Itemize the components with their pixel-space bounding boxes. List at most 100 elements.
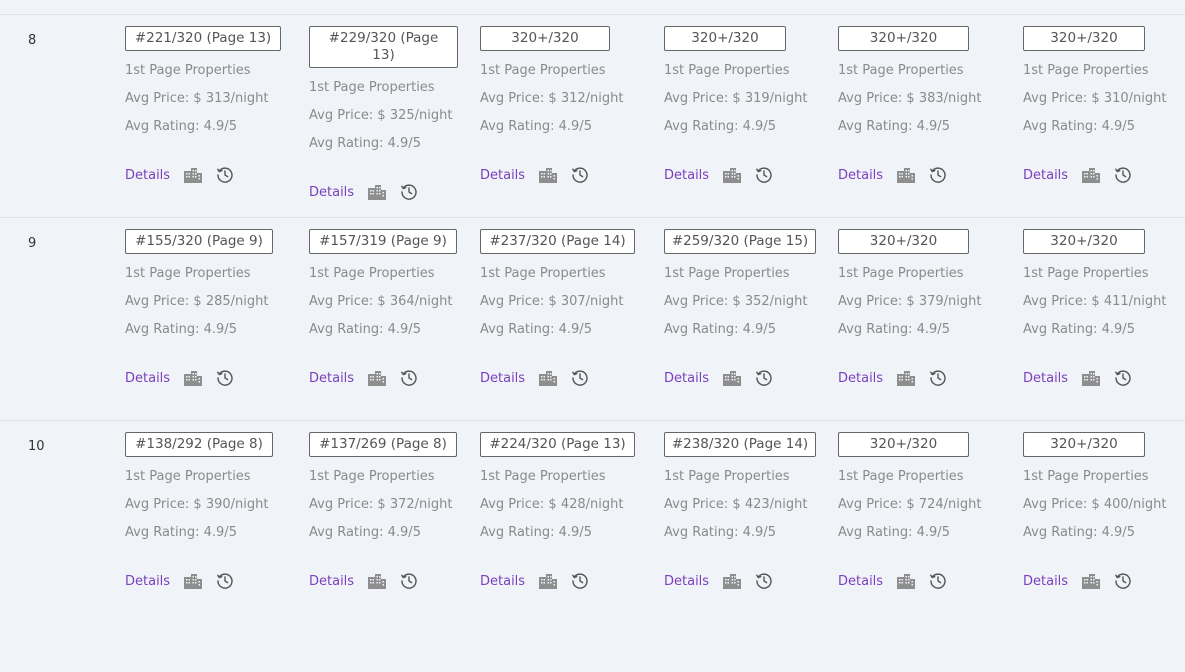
history-clock-icon[interactable] (400, 183, 418, 201)
avg-rating: Avg Rating: 4.9/5 (309, 322, 421, 337)
first-page-properties: 1st Page Properties (838, 266, 964, 281)
building-icon[interactable] (184, 167, 203, 183)
details-link[interactable]: Details (664, 168, 709, 183)
history-clock-icon[interactable] (400, 572, 418, 590)
history-clock-icon[interactable] (755, 369, 773, 387)
avg-rating: Avg Rating: 4.9/5 (309, 525, 421, 540)
history-clock-icon[interactable] (571, 369, 589, 387)
details-link[interactable]: Details (1023, 168, 1068, 183)
rank-badge: #237/320 (Page 14) (480, 229, 635, 254)
history-clock-icon[interactable] (929, 369, 947, 387)
building-icon[interactable] (897, 573, 916, 589)
avg-price: Avg Price: $ 400/night (1023, 497, 1167, 512)
row-number: 10 (28, 439, 45, 454)
rank-badge: #155/320 (Page 9) (125, 229, 273, 254)
details-link[interactable]: Details (480, 371, 525, 386)
avg-price: Avg Price: $ 428/night (480, 497, 624, 512)
details-link[interactable]: Details (125, 574, 170, 589)
building-icon[interactable] (368, 573, 387, 589)
building-icon[interactable] (368, 184, 387, 200)
avg-rating: Avg Rating: 4.9/5 (125, 119, 237, 134)
building-icon[interactable] (1082, 573, 1101, 589)
history-clock-icon[interactable] (1114, 369, 1132, 387)
avg-price: Avg Price: $ 379/night (838, 294, 982, 309)
building-icon[interactable] (897, 370, 916, 386)
history-clock-icon[interactable] (400, 369, 418, 387)
rank-badge: #157/319 (Page 9) (309, 229, 457, 254)
details-link[interactable]: Details (125, 168, 170, 183)
details-link[interactable]: Details (664, 371, 709, 386)
rank-badge: 320+/320 (1023, 26, 1145, 51)
first-page-properties: 1st Page Properties (664, 266, 790, 281)
rank-badge: 320+/320 (838, 26, 969, 51)
avg-price: Avg Price: $ 411/night (1023, 294, 1167, 309)
details-link[interactable]: Details (1023, 574, 1068, 589)
avg-price: Avg Price: $ 313/night (125, 91, 269, 106)
building-icon[interactable] (723, 573, 742, 589)
building-icon[interactable] (368, 370, 387, 386)
ranking-cell: #137/269 (Page 8) 1st Page Properties Av… (309, 432, 457, 591)
details-link[interactable]: Details (1023, 371, 1068, 386)
avg-rating: Avg Rating: 4.9/5 (1023, 119, 1135, 134)
ranking-cell: #229/320 (Page 13) 1st Page Properties A… (309, 26, 458, 202)
history-clock-icon[interactable] (929, 166, 947, 184)
rank-badge: #221/320 (Page 13) (125, 26, 281, 51)
history-clock-icon[interactable] (1114, 572, 1132, 590)
building-icon[interactable] (723, 370, 742, 386)
history-clock-icon[interactable] (216, 369, 234, 387)
avg-price: Avg Price: $ 390/night (125, 497, 269, 512)
avg-price: Avg Price: $ 364/night (309, 294, 453, 309)
history-clock-icon[interactable] (755, 166, 773, 184)
history-clock-icon[interactable] (216, 166, 234, 184)
ranking-cell: 320+/320 1st Page Properties Avg Price: … (838, 229, 981, 388)
details-link[interactable]: Details (309, 185, 354, 200)
first-page-properties: 1st Page Properties (664, 63, 790, 78)
avg-rating: Avg Rating: 4.9/5 (664, 119, 776, 134)
building-icon[interactable] (184, 573, 203, 589)
table-row: 8 #221/320 (Page 13) 1st Page Properties… (0, 14, 1185, 218)
history-clock-icon[interactable] (1114, 166, 1132, 184)
first-page-properties: 1st Page Properties (125, 266, 251, 281)
details-link[interactable]: Details (838, 574, 883, 589)
ranking-cell: 320+/320 1st Page Properties Avg Price: … (1023, 26, 1166, 185)
ranking-cell: 320+/320 1st Page Properties Avg Price: … (838, 432, 981, 591)
details-link[interactable]: Details (838, 371, 883, 386)
building-icon[interactable] (184, 370, 203, 386)
details-link[interactable]: Details (480, 574, 525, 589)
details-link[interactable]: Details (664, 574, 709, 589)
rank-badge: 320+/320 (838, 229, 969, 254)
ranking-cell: #221/320 (Page 13) 1st Page Properties A… (125, 26, 281, 185)
avg-rating: Avg Rating: 4.9/5 (309, 136, 421, 151)
avg-price: Avg Price: $ 310/night (1023, 91, 1167, 106)
avg-price: Avg Price: $ 383/night (838, 91, 982, 106)
first-page-properties: 1st Page Properties (125, 469, 251, 484)
history-clock-icon[interactable] (216, 572, 234, 590)
building-icon[interactable] (723, 167, 742, 183)
rank-badge: 320+/320 (664, 26, 786, 51)
building-icon[interactable] (539, 573, 558, 589)
first-page-properties: 1st Page Properties (309, 266, 435, 281)
details-link[interactable]: Details (309, 371, 354, 386)
details-link[interactable]: Details (309, 574, 354, 589)
history-clock-icon[interactable] (929, 572, 947, 590)
history-clock-icon[interactable] (755, 572, 773, 590)
ranking-cell: #155/320 (Page 9) 1st Page Properties Av… (125, 229, 273, 388)
avg-rating: Avg Rating: 4.9/5 (125, 322, 237, 337)
building-icon[interactable] (539, 370, 558, 386)
building-icon[interactable] (897, 167, 916, 183)
building-icon[interactable] (539, 167, 558, 183)
row-number: 8 (28, 33, 37, 48)
history-clock-icon[interactable] (571, 166, 589, 184)
building-icon[interactable] (1082, 370, 1101, 386)
history-clock-icon[interactable] (571, 572, 589, 590)
avg-price: Avg Price: $ 307/night (480, 294, 624, 309)
avg-price: Avg Price: $ 352/night (664, 294, 808, 309)
details-link[interactable]: Details (125, 371, 170, 386)
ranking-cell: #157/319 (Page 9) 1st Page Properties Av… (309, 229, 457, 388)
details-link[interactable]: Details (838, 168, 883, 183)
building-icon[interactable] (1082, 167, 1101, 183)
avg-rating: Avg Rating: 4.9/5 (664, 322, 776, 337)
ranking-cell: 320+/320 1st Page Properties Avg Price: … (664, 26, 807, 185)
details-link[interactable]: Details (480, 168, 525, 183)
rank-badge: 320+/320 (1023, 229, 1145, 254)
